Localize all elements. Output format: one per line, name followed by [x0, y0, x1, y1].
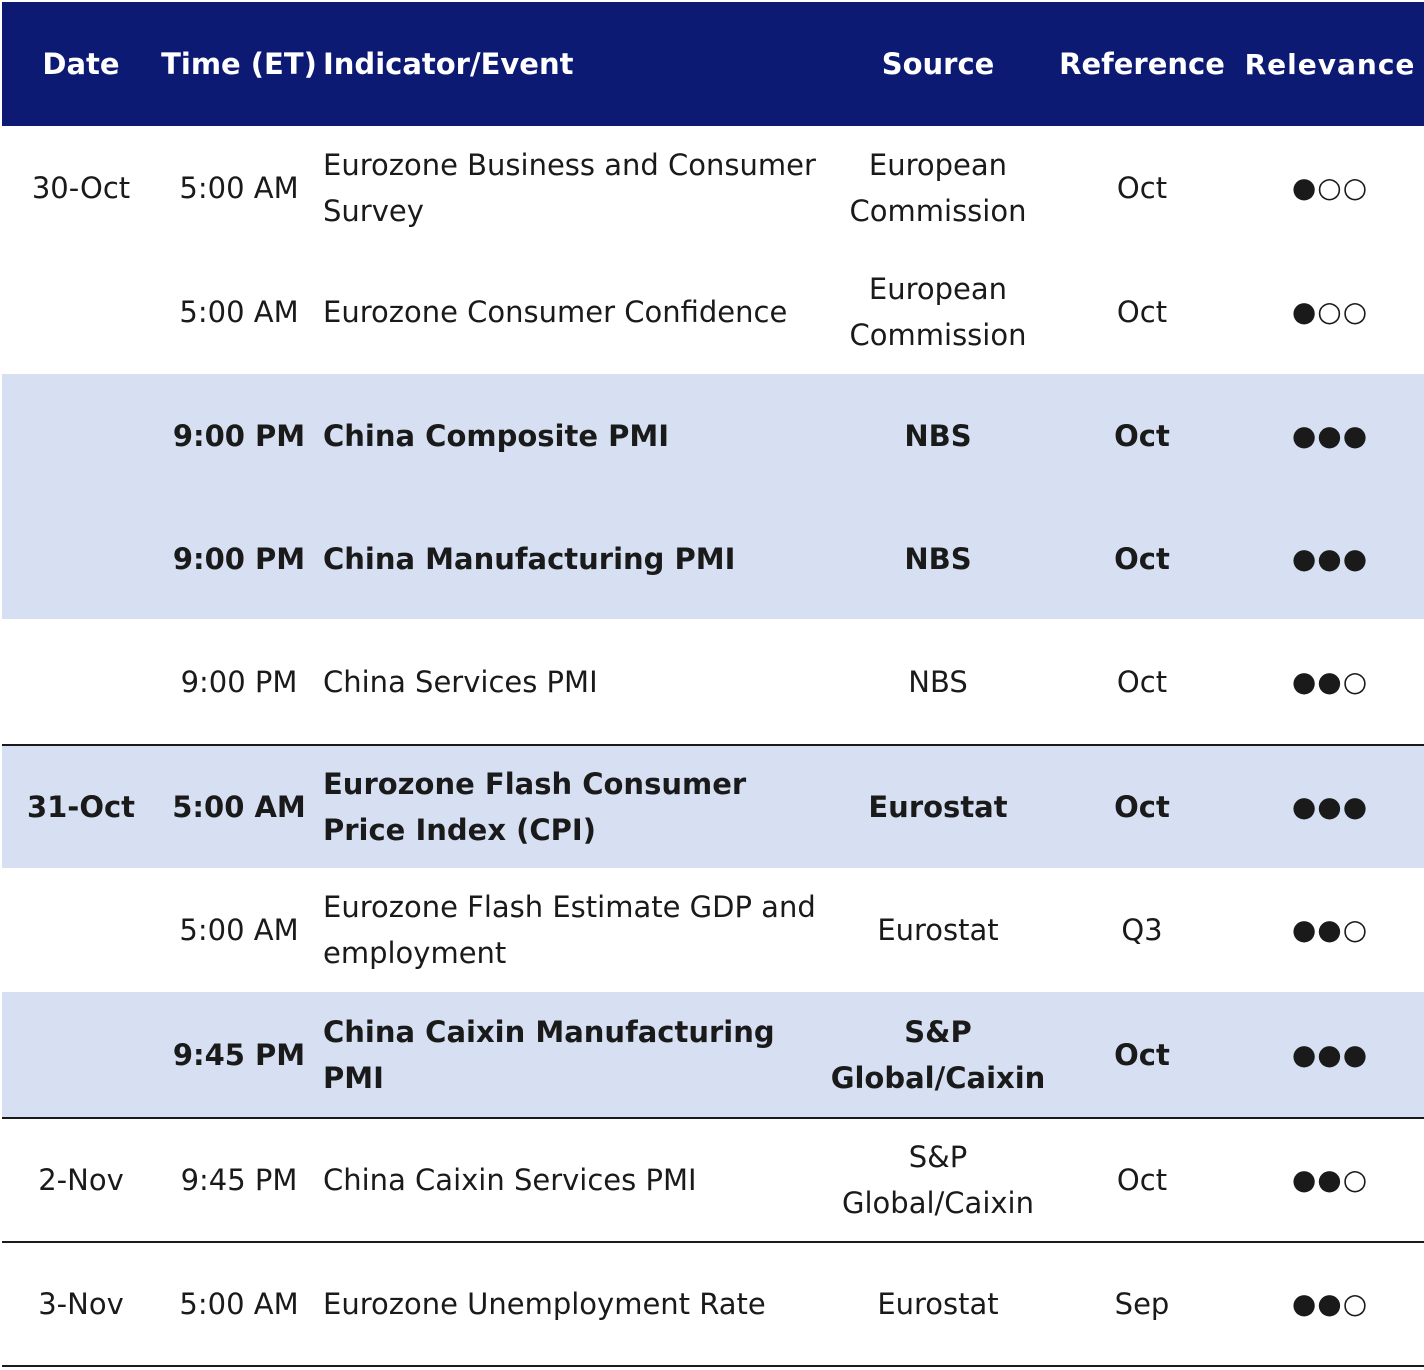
row-event: China Composite PMI [323, 419, 670, 453]
row-source: European Commission [849, 272, 1027, 352]
economic-calendar-table: Date Time (ET) Indicator/Event Source Re… [2, 2, 1424, 1367]
row-event: China Caixin Manufacturing PMI [323, 1014, 775, 1095]
row-date [2, 619, 160, 744]
row-time: 5:00 AM [179, 1287, 299, 1321]
row-source: NBS [904, 541, 972, 576]
row-time: 5:00 AM [172, 790, 306, 824]
row-source: S&P Global/Caixin [830, 1014, 1046, 1095]
header-source: Source [881, 47, 995, 81]
relevance-dots: ●●● [1291, 541, 1369, 575]
row-date [2, 250, 160, 374]
relevance-dots: ●●● [1291, 419, 1369, 452]
relevance-dots: ●●● [1291, 1037, 1369, 1071]
table-row: 5:00 AM Eurozone Flash Estimate GDP and … [2, 868, 1424, 992]
header-reference: Reference [1059, 47, 1225, 81]
row-date [2, 868, 160, 992]
relevance-dots: ●●○ [1291, 664, 1369, 698]
row-time: 9:00 PM [172, 419, 306, 453]
table-row: 2-Nov 9:45 PM China Caixin Services PMI … [2, 1117, 1424, 1241]
row-date [2, 374, 160, 498]
table-row: 5:00 AM Eurozone Consumer Confidence Eur… [2, 250, 1424, 374]
row-source: Eurostat [877, 913, 999, 947]
table-row: 9:00 PM China Manufacturing PMI NBS Oct … [2, 498, 1424, 619]
row-source: NBS [904, 419, 972, 453]
row-date: 3-Nov [38, 1287, 124, 1321]
row-time: 5:00 AM [179, 295, 299, 329]
row-date [2, 498, 160, 619]
header-event: Indicator/Event [323, 47, 574, 81]
row-date: 31-Oct [26, 790, 136, 824]
relevance-dots: ●○○ [1291, 295, 1369, 328]
row-source: NBS [908, 664, 968, 699]
row-time: 5:00 AM [179, 913, 299, 947]
header-time: Time (ET) [161, 47, 317, 81]
row-source: Eurostat [868, 790, 1008, 824]
table-row: 30-Oct 5:00 AM Eurozone Business and Con… [2, 126, 1424, 250]
row-reference: Oct [1116, 295, 1168, 329]
row-date: 2-Nov [38, 1163, 124, 1197]
row-reference: Oct [1116, 1163, 1168, 1197]
row-reference: Q3 [1121, 913, 1163, 947]
row-date: 30-Oct [31, 171, 131, 205]
header-date: Date [42, 47, 120, 81]
table-bottom-rule [2, 1365, 1424, 1367]
row-source: Eurostat [877, 1287, 999, 1321]
row-event: China Services PMI [323, 664, 598, 699]
row-event: Eurozone Flash Estimate GDP and employme… [323, 890, 816, 970]
row-reference: Sep [1114, 1287, 1170, 1321]
table-row: 9:00 PM China Services PMI NBS Oct ●●○ [2, 619, 1424, 744]
relevance-dots: ●●○ [1291, 913, 1369, 946]
row-source: S&P Global/Caixin [842, 1140, 1034, 1220]
row-event: Eurozone Flash Consumer Price Index (CPI… [323, 767, 747, 847]
row-event: China Caixin Services PMI [323, 1163, 697, 1197]
table-row: 31-Oct 5:00 AM Eurozone Flash Consumer P… [2, 744, 1424, 868]
row-event: Eurozone Unemployment Rate [323, 1287, 766, 1321]
table-row: 9:00 PM China Composite PMI NBS Oct ●●● [2, 374, 1424, 498]
row-reference: Oct [1114, 1037, 1170, 1072]
row-event: Eurozone Consumer Confidence [323, 295, 788, 329]
row-time: 9:45 PM [172, 1037, 306, 1072]
row-time: 9:45 PM [180, 1163, 298, 1197]
row-reference: Oct [1114, 790, 1170, 824]
row-reference: Oct [1114, 419, 1170, 453]
relevance-dots: ●●○ [1291, 1163, 1369, 1196]
header-relevance: Relevance [1244, 47, 1416, 81]
row-date [2, 992, 160, 1117]
row-reference: Oct [1116, 664, 1168, 699]
row-source: European Commission [849, 148, 1027, 228]
table-row: 9:45 PM China Caixin Manufacturing PMI S… [2, 992, 1424, 1117]
row-event: Eurozone Business and Consumer Survey [323, 148, 816, 228]
table-header: Date Time (ET) Indicator/Event Source Re… [2, 2, 1424, 126]
relevance-dots: ●●● [1291, 790, 1369, 823]
row-reference: Oct [1114, 541, 1170, 576]
row-event: China Manufacturing PMI [323, 541, 736, 576]
row-time: 9:00 PM [172, 541, 306, 576]
table-row: 3-Nov 5:00 AM Eurozone Unemployment Rate… [2, 1241, 1424, 1365]
row-time: 5:00 AM [179, 171, 299, 205]
relevance-dots: ●○○ [1291, 171, 1369, 204]
row-time: 9:00 PM [180, 664, 298, 699]
relevance-dots: ●●○ [1291, 1287, 1369, 1320]
row-reference: Oct [1116, 171, 1168, 205]
